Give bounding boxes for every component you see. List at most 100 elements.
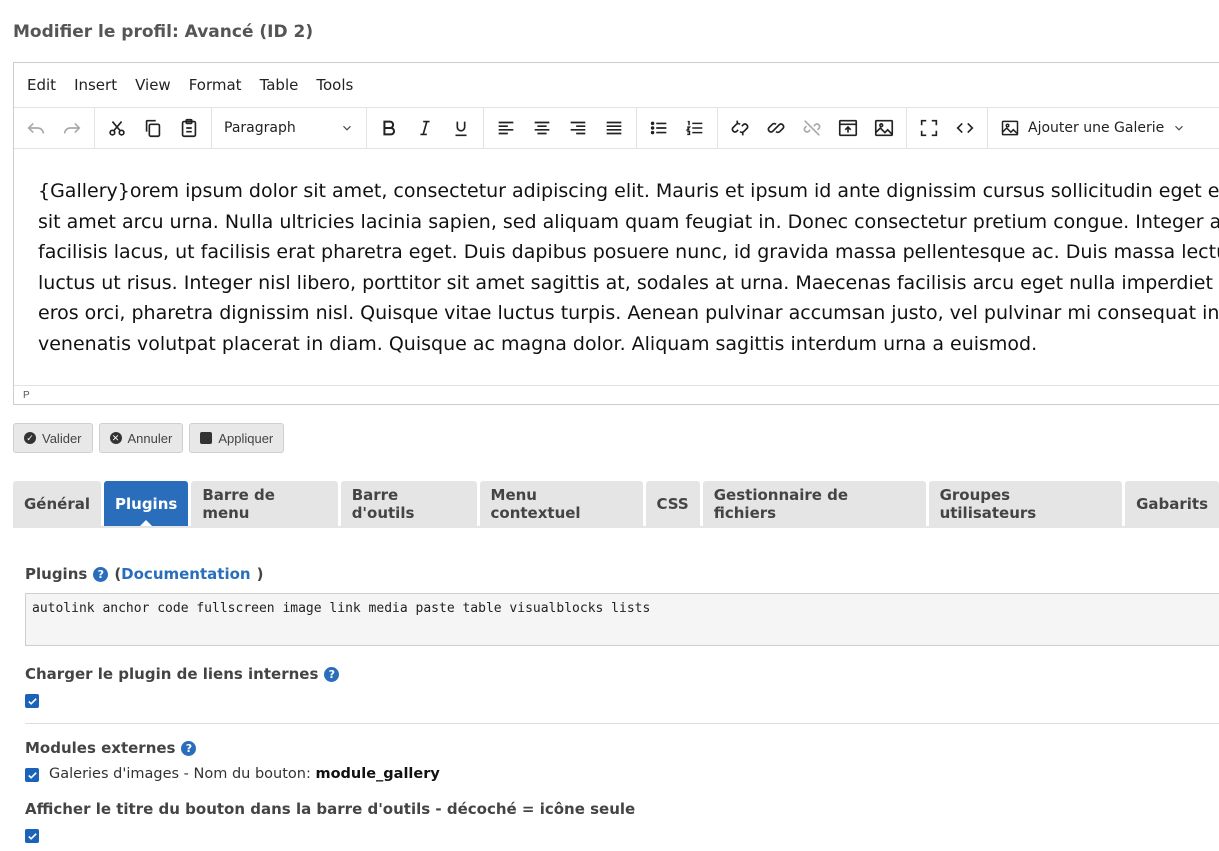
italic-icon [420, 120, 430, 136]
unlink-button[interactable] [794, 112, 830, 144]
content-line: facilisis lacus, ut facilisis erat phare… [38, 241, 1219, 263]
apply-button[interactable]: Appliquer [189, 423, 285, 453]
plugins-input[interactable]: autolink anchor code fullscreen image li… [25, 593, 1219, 646]
cut-button[interactable] [99, 112, 135, 144]
tab-css[interactable]: CSS [645, 481, 700, 526]
profile-tabs: Général Plugins Barre de menu Barre d'ou… [13, 481, 1219, 527]
block-format-value: Paragraph [224, 120, 296, 136]
redo-button[interactable] [54, 112, 90, 144]
editor-content[interactable]: {Gallery}orem ipsum dolor sit amet, cons… [14, 149, 1219, 412]
anchor-button[interactable] [722, 112, 758, 144]
content-line: eros orci, pharetra dignissim nisl. Quis… [38, 302, 1219, 324]
save-label: Valider [42, 430, 82, 446]
fullscreen-button[interactable] [911, 112, 947, 144]
underline-button[interactable] [443, 112, 479, 144]
source-code-button[interactable] [947, 112, 983, 144]
tab-toolbar[interactable]: Barre d'outils [340, 481, 477, 526]
code-icon [956, 122, 974, 134]
cancel-label: Annuler [127, 430, 173, 446]
align-justify-button[interactable] [596, 112, 632, 144]
doc-close-paren: ) [256, 565, 264, 583]
tab-user-groups[interactable]: Groupes utilisateurs [928, 481, 1123, 526]
doc-open-paren: ( [114, 565, 122, 583]
page-title: Modifier le profil: Avancé (ID 2) [13, 22, 314, 42]
insert-image-button[interactable] [866, 112, 902, 144]
tab-general[interactable]: Général [13, 481, 101, 526]
block-format-select[interactable]: Paragraph [216, 120, 362, 136]
align-center-button[interactable] [524, 112, 560, 144]
floppy-disk-icon [200, 432, 213, 444]
bullet-list-button[interactable] [641, 112, 677, 144]
fullscreen-icon [920, 119, 938, 137]
gallery-module-checkbox[interactable] [25, 768, 39, 782]
align-right-icon [570, 121, 586, 135]
chevron-down-icon [343, 125, 351, 131]
align-left-icon [498, 121, 514, 135]
tab-file-manager[interactable]: Gestionnaire de fichiers [702, 481, 926, 526]
save-button[interactable]: ✓ Valider [13, 423, 93, 453]
undo-icon [27, 122, 45, 134]
copy-button[interactable] [135, 112, 171, 144]
editor-toolbar: Paragraph Ajouter une Galerie [14, 108, 1219, 149]
gallery-module-text: Galeries d'images - Nom du bouton: [49, 766, 316, 782]
copy-icon [145, 119, 161, 138]
external-modules-label-row: Modules externes ? [25, 739, 197, 757]
paste-button[interactable] [171, 112, 207, 144]
undo-button[interactable] [18, 112, 54, 144]
align-left-button[interactable] [488, 112, 524, 144]
tab-context-menu[interactable]: Menu contextuel [479, 481, 643, 526]
documentation-link[interactable]: Documentation [121, 565, 250, 583]
numbered-list-button[interactable] [677, 112, 713, 144]
internal-links-label-row: Charger le plugin de liens internes ? [25, 665, 340, 683]
check-icon [27, 832, 37, 840]
bold-icon [383, 120, 395, 136]
align-justify-icon [606, 121, 622, 135]
element-path[interactable]: P [23, 390, 30, 401]
anchor-link-icon [731, 120, 749, 136]
tab-divider [13, 526, 1219, 528]
bold-button[interactable] [371, 112, 407, 144]
italic-button[interactable] [407, 112, 443, 144]
divider [25, 723, 1219, 724]
menu-table[interactable]: Table [251, 76, 308, 94]
tab-menu-bar[interactable]: Barre de menu [191, 481, 338, 526]
help-icon[interactable]: ? [324, 666, 340, 682]
bullet-list-icon [650, 121, 667, 135]
show-title-label-row: Afficher le titre du bouton dans la barr… [25, 800, 635, 818]
align-center-icon [534, 121, 550, 135]
tab-templates[interactable]: Gabarits [1125, 481, 1219, 526]
check-icon [27, 771, 37, 779]
scissors-icon [109, 121, 125, 136]
close-circle-icon: ✕ [109, 432, 122, 444]
menu-edit[interactable]: Edit [18, 76, 65, 94]
rich-text-editor: Edit Insert View Format Table Tools Para… [13, 62, 1219, 405]
tab-plugins[interactable]: Plugins [104, 481, 189, 527]
show-title-label: Afficher le titre du bouton dans la barr… [25, 800, 636, 818]
internal-links-checkbox[interactable] [25, 694, 39, 708]
insert-media-button[interactable] [830, 112, 866, 144]
insert-link-button[interactable] [758, 112, 794, 144]
cancel-button[interactable]: ✕ Annuler [98, 423, 184, 453]
clipboard-icon [181, 118, 197, 138]
gallery-icon [1001, 120, 1019, 136]
menu-view[interactable]: View [126, 76, 180, 94]
add-gallery-button[interactable]: Ajouter une Galerie [992, 118, 1194, 138]
form-actions: ✓ Valider ✕ Annuler Appliquer [13, 423, 285, 453]
check-circle-icon: ✓ [24, 432, 36, 444]
help-icon[interactable]: ? [181, 740, 197, 756]
link-icon [767, 122, 785, 134]
align-right-button[interactable] [560, 112, 596, 144]
redo-icon [63, 122, 81, 134]
editor-statusbar: P [14, 385, 1219, 406]
image-icon [874, 119, 894, 137]
help-icon[interactable]: ? [93, 566, 109, 582]
menu-format[interactable]: Format [180, 76, 251, 94]
apply-label: Appliquer [218, 430, 274, 446]
show-title-checkbox[interactable] [25, 829, 39, 843]
content-line: sit amet arcu urna. Nulla ultricies laci… [38, 210, 1219, 233]
menu-insert[interactable]: Insert [65, 76, 126, 94]
menu-tools[interactable]: Tools [307, 76, 362, 94]
add-gallery-label: Ajouter une Galerie [1028, 120, 1165, 136]
chevron-down-icon [1175, 125, 1184, 131]
plugins-label-row: Plugins ? (Documentation ) [25, 565, 263, 583]
